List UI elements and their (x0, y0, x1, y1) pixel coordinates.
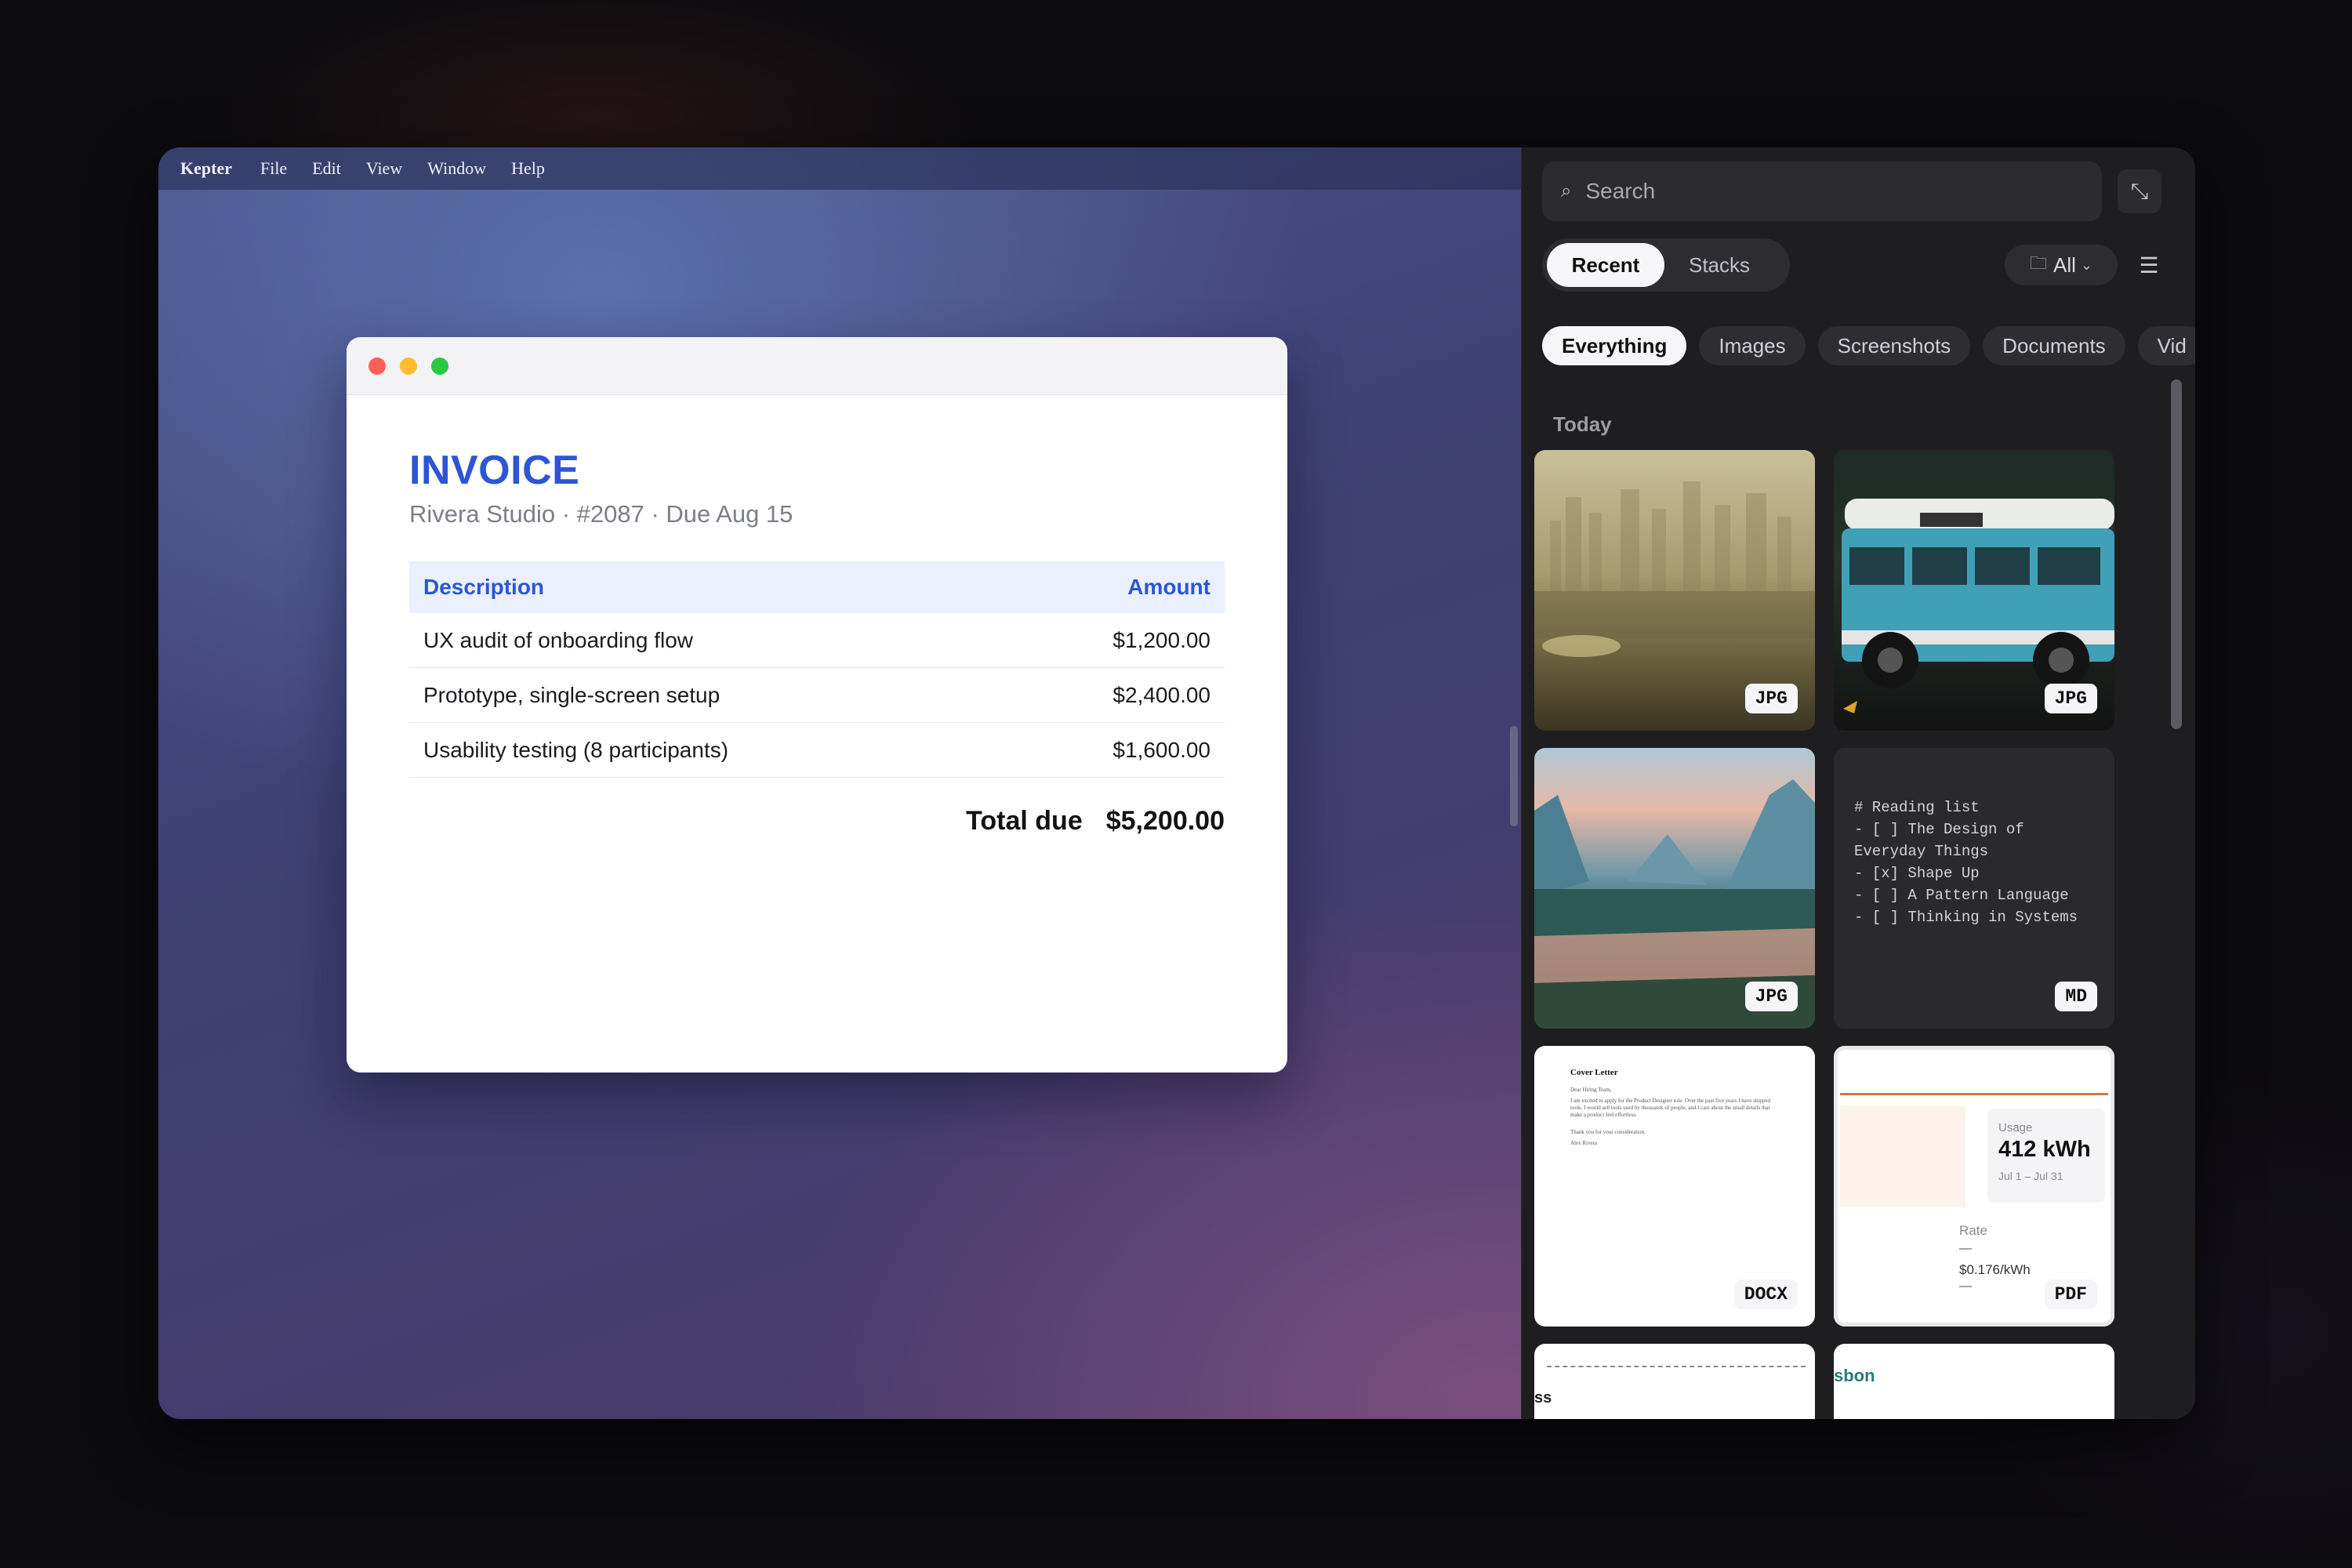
partial-text: sbon (1834, 1366, 1875, 1385)
partial-text: ss (1534, 1389, 1552, 1406)
clipboard-panel: ⌕ ⤡ Recent Stacks 🗀 All ⌄ ☰ Everything I… (1521, 147, 2195, 1419)
clip-tile-markdown[interactable]: # Reading list - [ ] The Design of Every… (1834, 748, 2114, 1029)
pdf-rate-label: Rate (1959, 1223, 1987, 1238)
clip-tile-pdf[interactable]: Usage 412 kWh Jul 1 – Jul 31 Rate — $0.1… (1834, 1046, 2114, 1327)
pdf-usage-label: Usage (1998, 1121, 2033, 1134)
pdf-dash: — (1959, 1279, 1972, 1293)
invoice-total: Total due $5,200.00 (409, 806, 1225, 837)
menu-view[interactable]: View (366, 158, 402, 179)
clip-tile-partial[interactable]: ss (1534, 1344, 1815, 1419)
invoice-table: Description Amount UX audit of onboardin… (409, 561, 1225, 778)
chevron-down-icon: ⌄ (2080, 256, 2092, 273)
menu-window[interactable]: Window (427, 158, 486, 179)
search-icon: ⌕ (1561, 180, 1572, 201)
search-bar[interactable]: ⌕ (1542, 162, 2102, 221)
file-type-badge: JPG (2044, 684, 2097, 713)
menu-app-name[interactable]: Kepter (180, 158, 232, 179)
chip-videos[interactable]: Vid (2137, 326, 2195, 365)
desktop: Kepter File Edit View Window Help INVOIC… (158, 147, 1521, 1419)
scope-label: All (2053, 252, 2076, 277)
window-titlebar[interactable] (347, 337, 1287, 395)
clip-tile-partial[interactable]: sbon (1834, 1344, 2114, 1419)
chip-images[interactable]: Images (1699, 326, 1806, 365)
menu-file[interactable]: File (260, 158, 287, 179)
file-type-badge: PDF (2044, 1279, 2097, 1309)
total-label: Total due (966, 806, 1083, 836)
row-description: Usability testing (8 participants) (423, 737, 729, 762)
dashed-rule (1547, 1366, 1806, 1367)
tab-stacks[interactable]: Stacks (1664, 243, 1774, 287)
invoice-document: INVOICE Rivera Studio · #2087 · Due Aug … (409, 447, 1225, 837)
minimize-window-button[interactable] (400, 357, 417, 375)
clip-tile-image[interactable]: JPG (1534, 450, 1815, 731)
markdown-preview: # Reading list - [ ] The Design of Every… (1854, 799, 2078, 926)
pdf-rate-value: $0.176/kWh (1959, 1262, 2031, 1277)
file-type-badge: JPG (1744, 684, 1798, 713)
row-amount: $1,600.00 (1112, 737, 1210, 762)
pdf-color-block (1840, 1105, 1965, 1207)
invoice-table-header: Description Amount (409, 561, 1225, 613)
chip-screenshots[interactable]: Screenshots (1817, 326, 1971, 365)
pdf-dash: — (1959, 1242, 1972, 1255)
filter-settings-button[interactable]: ☰ (2130, 246, 2168, 284)
view-segmented-control: Recent Stacks (1542, 238, 1790, 292)
expand-button[interactable]: ⤡ (2118, 169, 2161, 213)
scope-dropdown[interactable]: 🗀 All ⌄ (2005, 245, 2118, 285)
invoice-window[interactable]: INVOICE Rivera Studio · #2087 · Due Aug … (347, 337, 1287, 1073)
total-value: $5,200.00 (1105, 806, 1225, 836)
menu-help[interactable]: Help (511, 158, 545, 179)
section-heading: Today (1553, 412, 1612, 436)
row-description: Prototype, single-screen setup (423, 682, 720, 707)
chip-documents[interactable]: Documents (1983, 326, 2125, 365)
menu-edit[interactable]: Edit (312, 158, 341, 179)
pdf-header-rule (1840, 1093, 2108, 1095)
doc-preview-thanks: Thank you for your consideration. (1570, 1129, 1646, 1135)
header-description: Description (423, 575, 545, 599)
clip-tile-document[interactable]: Cover Letter Dear Hiring Team, I am exci… (1534, 1046, 1815, 1327)
pdf-usage-range: Jul 1 – Jul 31 (1998, 1170, 2063, 1182)
table-row: Usability testing (8 participants) $1,60… (409, 723, 1225, 778)
row-amount: $2,400.00 (1112, 682, 1210, 707)
clip-tile-image[interactable]: JPG (1834, 450, 2114, 731)
header-amount: Amount (1127, 575, 1210, 599)
table-row: Prototype, single-screen setup $2,400.00 (409, 668, 1225, 723)
invoice-title: INVOICE (409, 448, 580, 493)
file-type-badge: DOCX (1733, 1279, 1798, 1309)
close-window-button[interactable] (368, 357, 386, 375)
folder-icon: 🗀 (2029, 253, 2047, 273)
file-type-badge: JPG (1744, 982, 1798, 1011)
doc-preview-title: Cover Letter (1570, 1068, 1618, 1077)
table-row: UX audit of onboarding flow $1,200.00 (409, 613, 1225, 668)
sliders-icon: ☰ (2139, 252, 2159, 278)
doc-preview-greeting: Dear Hiring Team, (1570, 1087, 1612, 1093)
clip-tile-image[interactable]: JPG (1534, 748, 1815, 1029)
panel-scrollbar[interactable] (2171, 379, 2182, 729)
zoom-window-button[interactable] (431, 357, 448, 375)
row-description: UX audit of onboarding flow (423, 627, 693, 652)
type-filter-chips: Everything Images Screenshots Documents … (1542, 326, 2195, 367)
doc-preview-body: I am excited to apply for the Product De… (1570, 1098, 1771, 1118)
app-screen: Kepter File Edit View Window Help INVOIC… (158, 147, 2195, 1419)
chip-everything[interactable]: Everything (1542, 326, 1687, 365)
resize-handle[interactable] (1510, 726, 1518, 826)
file-type-badge: MD (2055, 982, 2097, 1011)
menu-bar: Kepter File Edit View Window Help (158, 147, 1521, 190)
row-amount: $1,200.00 (1112, 627, 1210, 652)
pdf-usage-value: 412 kWh (1998, 1137, 2091, 1162)
doc-preview-signature: Alex Rivera (1570, 1140, 1598, 1146)
search-input[interactable] (1584, 178, 2058, 205)
tab-recent[interactable]: Recent (1547, 243, 1664, 287)
expand-icon: ⤡ (2130, 178, 2149, 203)
invoice-subtitle: Rivera Studio · #2087 · Due Aug 15 (409, 500, 793, 528)
